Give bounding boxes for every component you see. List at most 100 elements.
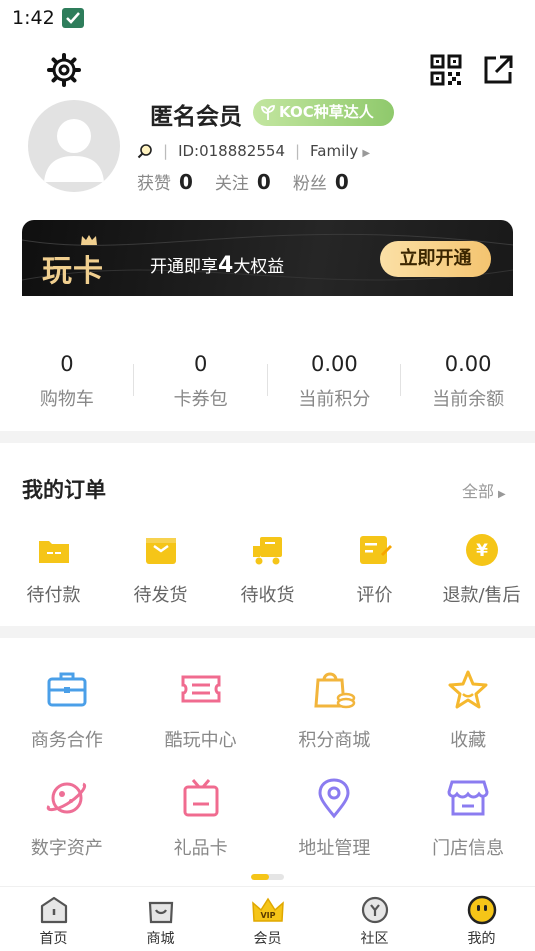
tab-mall[interactable]: 商城 — [107, 887, 214, 951]
service-label: 礼品卡 — [173, 838, 228, 859]
order-refund[interactable]: ¥ 退款/售后 — [428, 532, 535, 612]
vip-card-logo: 玩卡 — [42, 254, 104, 289]
order-item-label: 待付款 — [26, 585, 81, 606]
order-status-row: 待付款 待发货 待收货 评价 ¥ 退款/售后 — [0, 532, 535, 612]
vip-card-banner[interactable]: 玩卡 开通即享4大权益 立即开通 — [22, 220, 513, 296]
order-item-label: 退款/售后 — [442, 585, 521, 606]
service-gift-card[interactable]: 礼品卡 — [134, 776, 268, 884]
asset-balance[interactable]: 0.00 当前余额 — [401, 342, 535, 422]
service-points-mall[interactable]: 积分商城 — [268, 668, 402, 776]
crown-icon — [81, 235, 97, 245]
asset-label: 购物车 — [39, 389, 94, 410]
service-digital-assets[interactable]: 数字资产 — [0, 776, 134, 884]
asset-summary: 0 购物车 0 卡券包 0.00 当前积分 0.00 当前余额 — [0, 342, 535, 422]
tab-vip[interactable]: VIP 会员 — [214, 887, 321, 951]
qr-code-button[interactable] — [430, 54, 462, 86]
member-id: ID:018882554 — [178, 142, 285, 160]
asset-value: 0.00 — [310, 352, 358, 376]
briefcase-icon — [47, 672, 87, 707]
share-external-icon — [484, 55, 513, 84]
service-label: 酷玩中心 — [164, 730, 237, 751]
vip-card-description: 开通即享4大权益 — [150, 252, 284, 278]
tab-mine[interactable]: 我的 — [428, 887, 535, 951]
asset-points[interactable]: 0.00 当前积分 — [268, 342, 402, 422]
status-bar: 1:42 — [0, 0, 535, 38]
shopping-bag-icon — [314, 672, 356, 709]
star-icon — [448, 670, 488, 709]
vip-crown-icon: VIP — [251, 897, 284, 922]
ticket-icon — [181, 675, 221, 703]
avatar[interactable] — [28, 100, 120, 192]
asset-value: 0 — [60, 352, 74, 376]
section-separator — [0, 626, 535, 638]
likes-count[interactable]: 0 — [179, 170, 193, 194]
following-label: 关注 — [214, 174, 249, 194]
meta-separator: | — [294, 142, 301, 160]
tab-label: 会员 — [253, 931, 282, 947]
review-icon — [359, 536, 392, 564]
gift-card-icon — [183, 779, 219, 817]
svg-text:¥: ¥ — [476, 541, 488, 561]
vip-desc-suffix: 大权益 — [233, 257, 285, 277]
bottom-tab-bar: 首页 商城 VIP 会员 社区 我的 — [0, 886, 535, 951]
order-review[interactable]: 评价 — [321, 532, 428, 612]
meta-separator: | — [163, 142, 169, 160]
settings-button[interactable] — [46, 52, 82, 88]
notification-icon — [62, 8, 84, 28]
tab-home[interactable]: 首页 — [0, 887, 107, 951]
family-label: Family — [310, 142, 359, 160]
service-label: 积分商城 — [298, 730, 371, 751]
services-grid: 商务合作 酷玩中心 积分商城 收藏 数字资产 礼品卡 地址管理 门店信息 — [0, 668, 535, 884]
orders-all-label: 全部 — [462, 482, 495, 501]
community-icon — [361, 896, 388, 924]
service-cool-center[interactable]: 酷玩中心 — [134, 668, 268, 776]
tab-label: 首页 — [39, 931, 68, 947]
asset-value: 0 — [193, 352, 208, 376]
likes-label: 获赞 — [137, 174, 171, 194]
chevron-right-icon: ▶ — [498, 489, 506, 500]
service-label: 商务合作 — [30, 730, 103, 751]
service-label: 数字资产 — [30, 838, 103, 859]
qr-code-icon — [430, 54, 462, 86]
service-label: 地址管理 — [298, 838, 371, 859]
tab-label: 我的 — [467, 931, 496, 947]
asset-label: 当前余额 — [432, 389, 505, 410]
order-pending-shipment[interactable]: 待发货 — [107, 532, 214, 612]
fans-label: 粉丝 — [292, 174, 327, 194]
grid-scroll-indicator — [251, 874, 284, 880]
wallet-icon — [38, 541, 69, 563]
vip-benefit-count: 4 — [218, 253, 234, 278]
asset-cart[interactable]: 0 购物车 — [0, 342, 134, 422]
service-label: 门店信息 — [432, 838, 505, 859]
orders-all-link[interactable]: 全部 ▶ — [462, 478, 506, 502]
sprout-icon — [261, 105, 275, 120]
open-vip-button[interactable]: 立即开通 — [380, 241, 491, 277]
service-address[interactable]: 地址管理 — [268, 776, 402, 884]
following-count[interactable]: 0 — [257, 170, 271, 194]
service-business[interactable]: 商务合作 — [0, 668, 134, 776]
service-favorites[interactable]: 收藏 — [401, 668, 535, 776]
asset-value: 0.00 — [444, 352, 492, 376]
koc-badge-label: KOC种草达人 — [279, 103, 374, 121]
order-item-label: 待发货 — [133, 585, 188, 606]
order-pending-receipt[interactable]: 待收货 — [214, 532, 321, 612]
order-pending-payment[interactable]: 待付款 — [0, 532, 107, 612]
bag-smile-icon — [148, 901, 173, 924]
family-link[interactable]: Family ▶ — [310, 142, 370, 160]
gear-icon — [47, 53, 81, 87]
default-avatar-icon — [44, 119, 104, 182]
share-button[interactable] — [482, 54, 514, 86]
orders-title: 我的订单 — [22, 478, 106, 502]
fans-count[interactable]: 0 — [335, 170, 349, 194]
asset-coupons[interactable]: 0 卡券包 — [134, 342, 268, 422]
scroll-thumb — [251, 874, 270, 880]
service-label: 收藏 — [450, 730, 487, 751]
planet-icon — [46, 782, 86, 814]
asset-label: 卡券包 — [173, 389, 228, 410]
service-store-info[interactable]: 门店信息 — [401, 776, 535, 884]
tab-community[interactable]: 社区 — [321, 887, 428, 951]
package-icon — [145, 538, 176, 564]
store-icon — [447, 780, 489, 816]
profile-meta: | ID:018882554 | Family ▶ — [137, 140, 370, 162]
profile-stats: 获赞 0 关注 0 粉丝 0 — [137, 169, 371, 195]
